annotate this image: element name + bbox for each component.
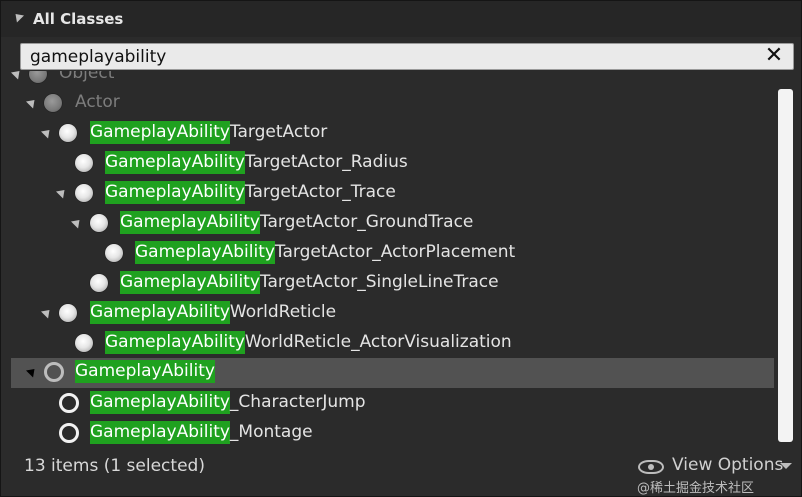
tree-row-gameplayability[interactable]: GameplayAbility	[11, 358, 774, 388]
tree-item-label: GameplayAbilityTargetActor	[90, 121, 328, 144]
watermark: @稀土掘金技术社区	[637, 481, 755, 496]
class-circle-icon	[75, 184, 93, 202]
search-input[interactable]: gameplayability ✕	[20, 43, 794, 70]
search-value[interactable]: gameplayability	[30, 47, 166, 67]
tree-row-actor[interactable]: Actor	[1, 89, 778, 119]
tree-item-label: GameplayAbilityWorldReticle	[90, 301, 337, 324]
class-picker-panel: All Classes gameplayability ✕ Object Act…	[0, 0, 802, 497]
tree-item-label: GameplayAbility	[75, 360, 215, 383]
tree-row-worldreticle-actorvisualization[interactable]: GameplayAbilityWorldReticle_ActorVisuali…	[1, 329, 778, 359]
expand-arrow-icon[interactable]	[10, 71, 24, 80]
class-circle-icon	[75, 154, 93, 172]
tree-row-targetactor-trace[interactable]: GameplayAbilityTargetActor_Trace	[1, 179, 778, 209]
blueprint-ring-icon	[44, 362, 64, 382]
class-circle-icon	[59, 304, 77, 322]
class-tree: Object Actor GameplayAbilityTargetActor …	[1, 71, 778, 451]
tree-item-label: GameplayAbilityTargetActor_Radius	[105, 151, 408, 174]
tree-item-label: GameplayAbilityTargetActor_GroundTrace	[120, 211, 474, 234]
blueprint-ring-icon	[59, 423, 79, 443]
class-circle-icon	[105, 244, 123, 262]
collapse-arrow-icon[interactable]	[11, 10, 25, 23]
tree-row-characterjump[interactable]: GameplayAbility_CharacterJump	[1, 389, 778, 419]
tree-row-targetactor[interactable]: GameplayAbilityTargetActor	[1, 119, 778, 149]
tree-row-worldreticle[interactable]: GameplayAbilityWorldReticle	[1, 299, 778, 329]
class-circle-icon	[59, 124, 77, 142]
chevron-down-icon[interactable]	[780, 463, 792, 469]
expand-arrow-icon[interactable]	[25, 96, 39, 109]
header-bar: All Classes	[1, 1, 801, 37]
tree-row-targetactor-actorplacement[interactable]: GameplayAbilityTargetActor_ActorPlacemen…	[1, 239, 778, 269]
class-circle-icon	[90, 274, 108, 292]
tree-item-label: GameplayAbility_Montage	[90, 421, 313, 444]
expand-arrow-icon[interactable]	[40, 306, 54, 319]
tree-item-label: GameplayAbilityTargetActor_ActorPlacemen…	[135, 241, 516, 264]
clear-icon[interactable]: ✕	[763, 45, 785, 67]
vertical-scrollbar[interactable]	[778, 89, 793, 442]
blueprint-ring-icon	[59, 393, 79, 413]
expand-arrow-icon[interactable]	[55, 186, 69, 199]
tree-row-targetactor-groundtrace[interactable]: GameplayAbilityTargetActor_GroundTrace	[1, 209, 778, 239]
tree-item-label: GameplayAbilityWorldReticle_ActorVisuali…	[105, 331, 512, 354]
tree-row-object[interactable]: Object	[1, 71, 778, 90]
item-count: 13 items (1 selected)	[24, 456, 205, 476]
view-options-button[interactable]: View Options	[672, 455, 783, 475]
tree-row-targetactor-radius[interactable]: GameplayAbilityTargetActor_Radius	[1, 149, 778, 179]
tree-item-label: Object	[59, 71, 115, 83]
expand-arrow-icon[interactable]	[70, 216, 84, 229]
expand-arrow-icon[interactable]	[25, 365, 39, 378]
tree-row-montage[interactable]: GameplayAbility_Montage	[1, 419, 778, 449]
tree-item-label: GameplayAbilityTargetActor_SingleLineTra…	[120, 271, 499, 294]
class-circle-icon	[90, 214, 108, 232]
class-circle-icon	[75, 334, 93, 352]
class-circle-icon	[44, 94, 62, 112]
panel-title: All Classes	[33, 10, 124, 28]
class-circle-icon	[29, 71, 47, 83]
eye-icon[interactable]	[638, 460, 664, 474]
tree-item-label: GameplayAbility_CharacterJump	[90, 391, 366, 414]
tree-item-label: GameplayAbilityTargetActor_Trace	[105, 181, 396, 204]
tree-row-targetactor-singlelinetrace[interactable]: GameplayAbilityTargetActor_SingleLineTra…	[1, 269, 778, 299]
tree-item-label: Actor	[75, 92, 120, 112]
expand-arrow-icon[interactable]	[40, 126, 54, 139]
